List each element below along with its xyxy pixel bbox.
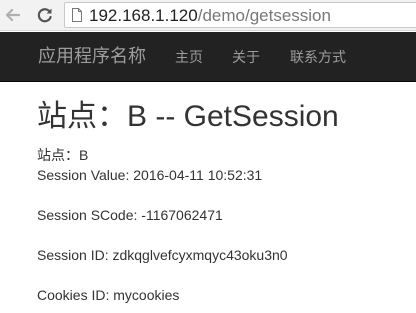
navbar-brand-link[interactable]: 应用程序名称 [38,45,146,67]
document-icon [72,8,82,22]
page-title: 站点：B -- GetSession [37,100,339,133]
session-value-text: Session Value: 2016-04-11 10:52:31 [37,167,263,183]
url-text[interactable]: 192.168.1.120/demo/getsession [89,5,331,27]
cookies-id-text: Cookies ID: mycookies [37,287,180,303]
site-label: 站点：B [37,147,89,163]
nav-link-about[interactable]: 关于 [232,48,260,66]
url-host: 192.168.1.120 [89,6,198,25]
reload-icon [37,8,52,23]
back-button[interactable] [2,4,24,26]
browser-toolbar: 192.168.1.120/demo/getsession [0,0,416,31]
nav-link-home[interactable]: 主页 [175,48,203,66]
url-path: /demo/getsession [197,6,331,25]
nav-link-contact[interactable]: 联系方式 [290,48,346,66]
address-bar[interactable]: 192.168.1.120/demo/getsession [64,2,416,28]
session-id-text: Session ID: zdkqglvefcyxmqyc43oku3n0 [37,247,288,263]
reload-button[interactable] [34,4,56,26]
session-scode-text: Session SCode: -1167062471 [37,207,223,223]
app-navbar: 应用程序名称 主页 关于 联系方式 [0,32,416,82]
arrow-left-icon [5,8,21,22]
